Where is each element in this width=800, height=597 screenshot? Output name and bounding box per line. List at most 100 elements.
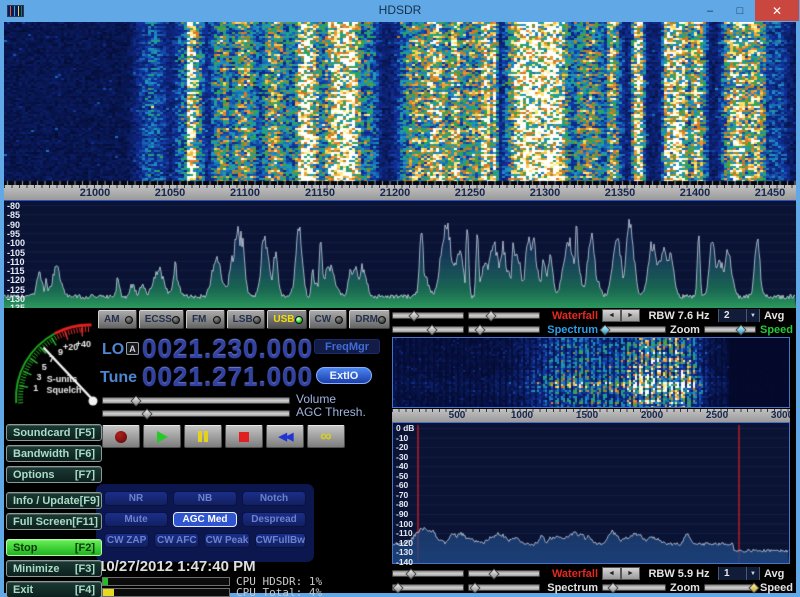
- bandwidth-button[interactable]: Bandwidth[F6]: [6, 445, 102, 462]
- options-button[interactable]: Options[F7]: [6, 466, 102, 483]
- dsp-button-cw-zap[interactable]: CW ZAP: [104, 533, 149, 548]
- button-fkey: [F2]: [75, 542, 95, 554]
- rx-db-tick-label: -140: [396, 558, 413, 567]
- zoom-slider-top[interactable]: [602, 326, 666, 333]
- playback-controls: ◀◀ ∞: [102, 425, 345, 448]
- waterfall-label-top: Waterfall: [544, 310, 598, 322]
- dropdown-arrow-icon[interactable]: ▼: [746, 567, 759, 580]
- titlebar[interactable]: HDSDR – □ ✕: [0, 0, 800, 22]
- waterfall-right-arrow-button-bottom[interactable]: ►: [621, 567, 640, 580]
- tune-label: Tune: [100, 369, 137, 387]
- mode-button-label: AM: [104, 314, 120, 325]
- avg-label-bottom: Avg: [764, 568, 784, 580]
- mode-button-cw[interactable]: CW: [309, 310, 348, 329]
- loop-button[interactable]: ∞: [307, 425, 345, 448]
- lo-lock-badge[interactable]: A: [126, 342, 139, 355]
- volume-slider[interactable]: [102, 397, 290, 404]
- hdsdr-window: HDSDR – □ ✕ 2100021050211002115021200212…: [0, 0, 800, 597]
- mode-led-icon: [125, 316, 133, 324]
- mode-button-am[interactable]: AM: [98, 310, 137, 329]
- dsp-button-agc-med[interactable]: AGC Med: [173, 512, 237, 527]
- zoom-slider-bottom[interactable]: [602, 584, 666, 591]
- full-screen-button[interactable]: Full Screen[F11]: [6, 513, 102, 530]
- waterfall-contrast-slider-top[interactable]: [468, 312, 540, 319]
- waterfall-left-arrow-button-bottom[interactable]: ◄: [602, 567, 621, 580]
- mode-button-drm[interactable]: DRM: [349, 310, 390, 329]
- tune-frequency-display[interactable]: 0021.271.000: [142, 362, 313, 393]
- rx-frequency-tick-label: 1500: [576, 410, 598, 421]
- rx-db-tick-label: -110: [396, 529, 413, 538]
- button-label: Info / Update: [13, 495, 80, 507]
- waterfall-left-arrow-button-top[interactable]: ◄: [602, 309, 621, 322]
- rx-frequency-tick-label: 3000: [771, 410, 790, 421]
- waterfall-brightness-slider-top[interactable]: [392, 312, 464, 319]
- button-label: Minimize: [13, 563, 59, 575]
- waterfall-contrast-slider-bottom[interactable]: [468, 570, 540, 577]
- button-label: Stop: [13, 542, 37, 554]
- dsp-button-nr[interactable]: NR: [104, 491, 168, 506]
- spectrum-min-slider-top[interactable]: [392, 326, 464, 333]
- rx-waterfall[interactable]: [393, 338, 789, 407]
- dsp-button-mute[interactable]: Mute: [104, 512, 168, 527]
- dsp-button-cw-peak[interactable]: CW Peak: [204, 533, 249, 548]
- button-fkey: [F5]: [75, 427, 95, 439]
- mode-button-usb[interactable]: USB: [267, 310, 306, 329]
- maximize-window-button[interactable]: □: [725, 0, 755, 21]
- dropdown-arrow-icon[interactable]: ▼: [746, 309, 759, 322]
- freqmgr-button[interactable]: FreqMgr: [314, 339, 380, 354]
- spectrum-min-slider-bottom[interactable]: [392, 584, 464, 591]
- exit-button[interactable]: Exit[F4]: [6, 581, 102, 597]
- stop-playback-button[interactable]: [225, 425, 263, 448]
- s-meter[interactable]: [6, 310, 102, 422]
- dsp-button-cwfullbw[interactable]: CWFullBw: [255, 533, 306, 548]
- mode-button-label: USB: [273, 314, 294, 325]
- frequency-tick-label: 21300: [530, 187, 561, 199]
- record-button[interactable]: [102, 425, 140, 448]
- mode-led-icon: [172, 316, 180, 324]
- stop-button[interactable]: Stop [F2]: [6, 539, 102, 556]
- button-label: Options: [13, 469, 55, 481]
- mode-button-fm[interactable]: FM: [186, 310, 225, 329]
- dsp-button-nb[interactable]: NB: [173, 491, 237, 506]
- rx-frequency-tick-label: 1000: [511, 410, 533, 421]
- rewind-button[interactable]: ◀◀: [266, 425, 304, 448]
- frequency-tick-label: 21450: [755, 187, 786, 199]
- rx-frequency-tick-label: 2500: [706, 410, 728, 421]
- main-waterfall[interactable]: [4, 22, 796, 185]
- rx-db-tick-label: 0 dB: [396, 424, 414, 433]
- spectrum-max-slider-top[interactable]: [468, 326, 540, 333]
- spectrum-label-bottom: Spectrum: [544, 582, 598, 594]
- agc-threshold-slider[interactable]: [102, 410, 290, 417]
- info-update-button[interactable]: Info / Update[F9]: [6, 492, 102, 509]
- speed-slider-top[interactable]: [704, 326, 756, 333]
- soundcard-button[interactable]: Soundcard [F5]: [6, 424, 102, 441]
- lo-frequency-display[interactable]: 0021.230.000: [142, 334, 313, 365]
- button-fkey: [F4]: [75, 584, 95, 596]
- spectrum-max-slider-bottom[interactable]: [468, 584, 540, 591]
- extio-button[interactable]: ExtIO: [316, 367, 372, 384]
- close-window-button[interactable]: ✕: [755, 0, 799, 21]
- window-title: HDSDR: [0, 3, 800, 17]
- dsp-button-cw-afc[interactable]: CW AFC: [154, 533, 199, 548]
- mode-button-lsb[interactable]: LSB: [227, 310, 266, 329]
- mode-button-ecss[interactable]: ECSS: [139, 310, 184, 329]
- button-label: Soundcard: [13, 427, 70, 439]
- speed-slider-bottom[interactable]: [704, 584, 756, 591]
- dsp-button-notch[interactable]: Notch: [242, 491, 306, 506]
- waterfall-brightness-slider-bottom[interactable]: [392, 570, 464, 577]
- avg-label-top: Avg: [764, 310, 784, 322]
- loop-icon: ∞: [320, 432, 331, 442]
- main-spectrum[interactable]: -80-85-90-95-100-105-110-115-120-125-130…: [4, 200, 796, 308]
- rx-frequency-scale[interactable]: 50010001500200025003000: [392, 409, 790, 422]
- pause-button[interactable]: [184, 425, 222, 448]
- rx-spectrum[interactable]: [393, 423, 789, 563]
- control-panel: AMECSSFMLSBUSBCWDRM LO A 0021.230.000 Fr…: [4, 308, 390, 593]
- avg-dropdown-top[interactable]: 2 ▼: [718, 309, 760, 322]
- waterfall-right-arrow-button-top[interactable]: ►: [621, 309, 640, 322]
- minimize-button[interactable]: Minimize[F3]: [6, 560, 102, 577]
- avg-dropdown-bottom[interactable]: 1 ▼: [718, 567, 760, 580]
- minimize-window-button[interactable]: –: [695, 0, 725, 21]
- play-button[interactable]: [143, 425, 181, 448]
- dsp-button-despread[interactable]: Despread: [242, 512, 306, 527]
- main-frequency-scale[interactable]: 2100021050211002115021200212502130021350…: [4, 185, 796, 200]
